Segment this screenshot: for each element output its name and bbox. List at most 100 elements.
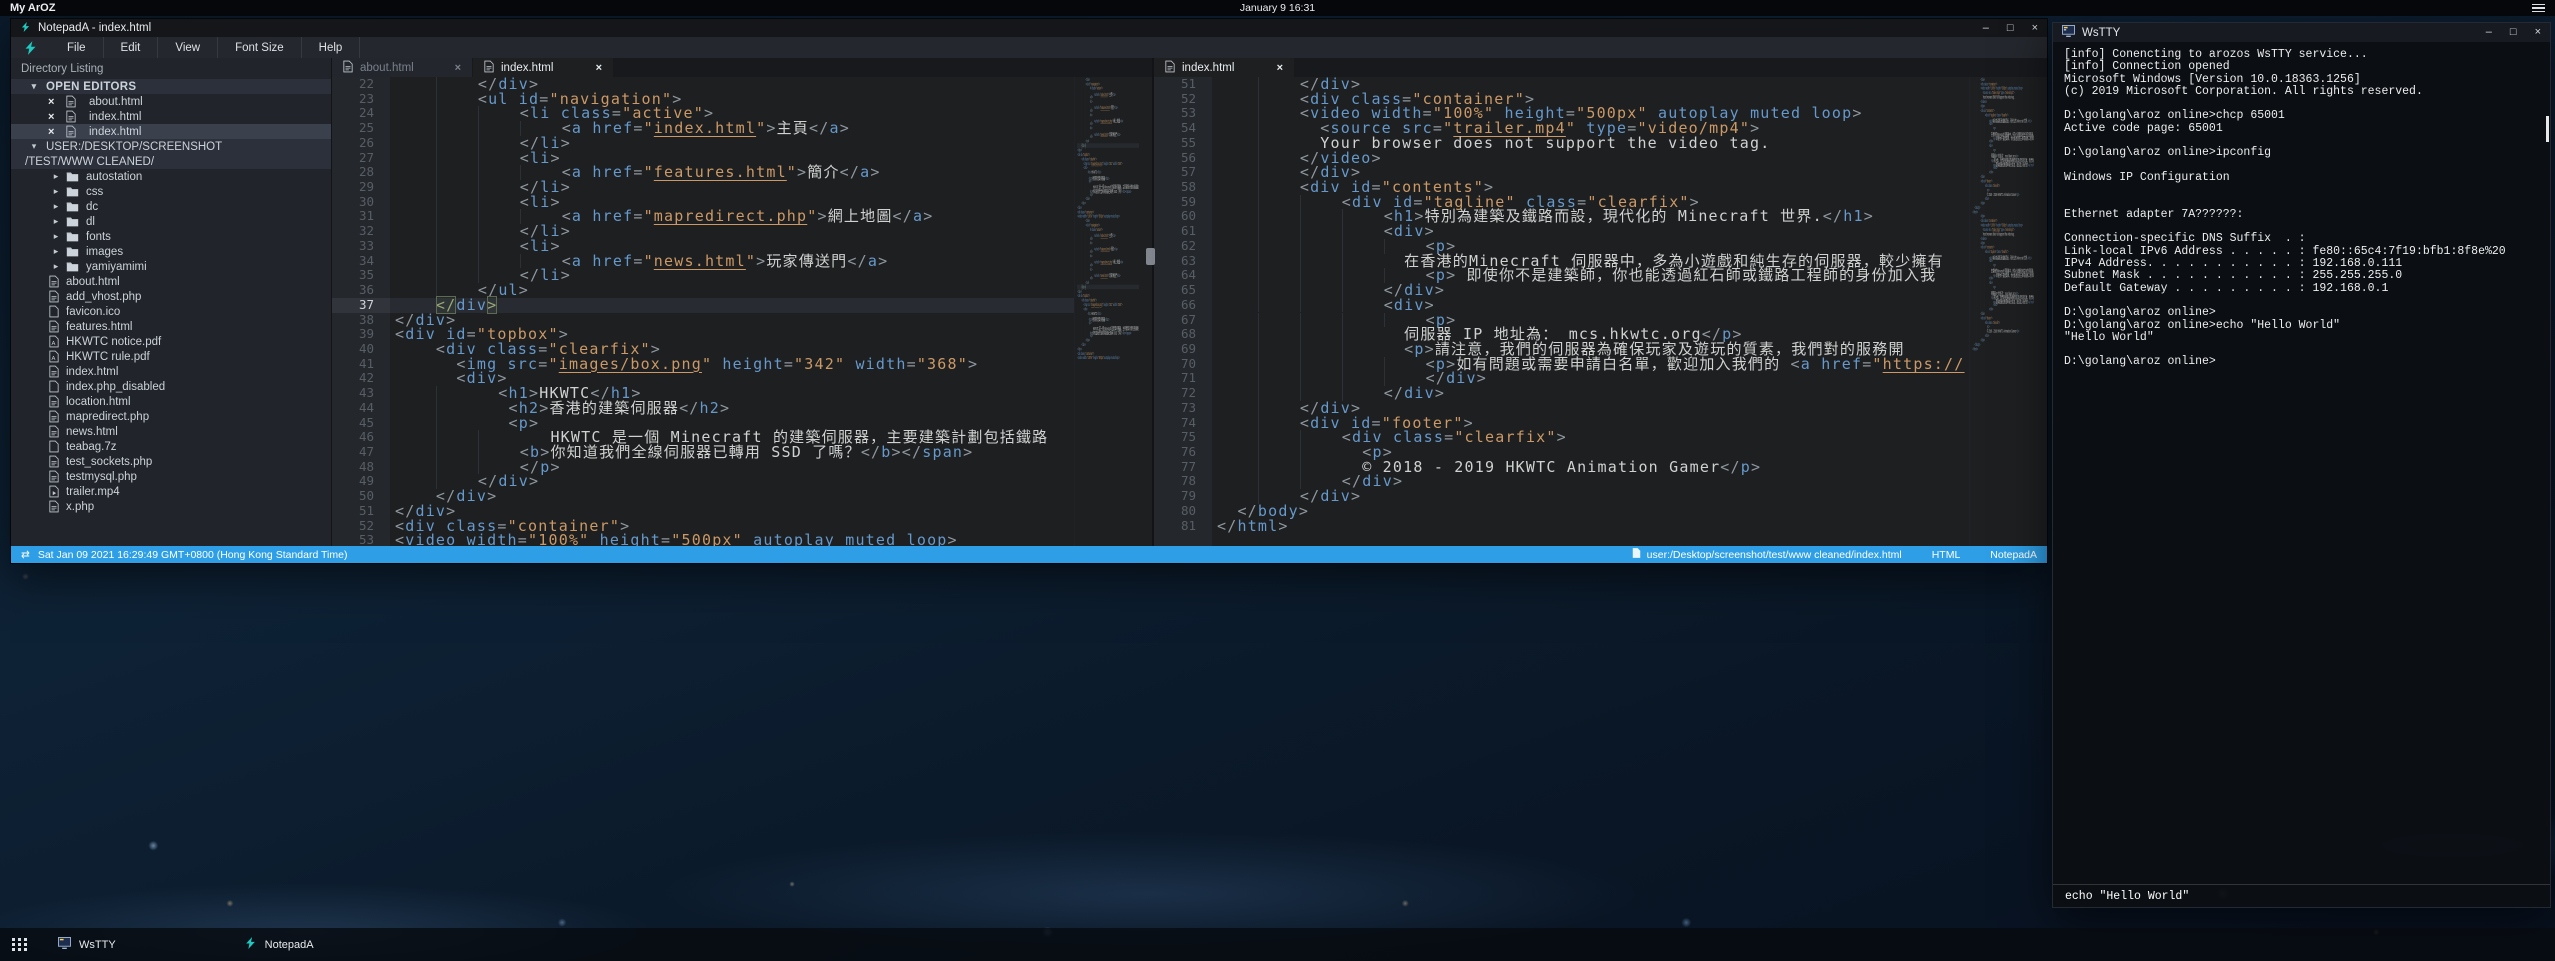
close-icon[interactable]: × <box>2032 23 2038 34</box>
code-line[interactable]: </li> <box>390 224 1074 239</box>
menu-help[interactable]: Help <box>302 37 361 58</box>
menu-font-size[interactable]: Font Size <box>218 37 302 58</box>
tree-file[interactable]: mapredirect.php <box>11 409 331 424</box>
maximize-icon[interactable]: □ <box>2510 27 2517 38</box>
code-line[interactable]: <div> <box>1212 298 1969 313</box>
terminal-scrollbar-thumb[interactable] <box>2546 116 2549 142</box>
tree-file[interactable]: trailer.mp4 <box>11 484 331 499</box>
tree-file[interactable]: index.php_disabled <box>11 379 331 394</box>
minimap[interactable]: </div><div class="container"><video widt… <box>1969 77 2034 546</box>
menu-view[interactable]: View <box>158 37 218 58</box>
tree-folder[interactable]: ▸dl <box>11 214 331 229</box>
taskbar-item-notepada[interactable]: NotepadA <box>244 936 314 953</box>
code-line[interactable]: <div> <box>1212 224 1969 239</box>
tree-file[interactable]: test_sockets.php <box>11 454 331 469</box>
statusbar-language[interactable]: HTML <box>1932 549 1961 561</box>
code-line[interactable]: <a href="index.html">主頁</a> <box>390 121 1074 136</box>
code-line[interactable]: <video width="100%" height="500px" autop… <box>390 533 1074 546</box>
tab-close-icon[interactable]: × <box>596 62 602 74</box>
code-line[interactable]: © 2018 - 2019 HKWTC Animation Gamer</p> <box>1212 460 1969 475</box>
tree-folder[interactable]: ▸autostation <box>11 169 331 184</box>
tree-folder[interactable]: ▸images <box>11 244 331 259</box>
chevron-right-icon[interactable]: ▸ <box>51 217 61 226</box>
editor-scrollbar[interactable] <box>2034 77 2047 546</box>
code-line[interactable]: </li> <box>390 136 1074 151</box>
code-line[interactable]: <a href="news.html">玩家傳送門</a> <box>390 254 1074 269</box>
terminal-input[interactable] <box>2063 889 2540 904</box>
minimize-icon[interactable]: – <box>2486 27 2492 38</box>
minimize-icon[interactable]: – <box>1983 23 1989 34</box>
tree-folder[interactable]: ▸fonts <box>11 229 331 244</box>
tree-section-workspace-line2[interactable]: /TEST/WWW CLEANED/ <box>11 154 331 169</box>
code-line[interactable]: </html> <box>1972 346 2034 350</box>
tree-file[interactable]: x.php <box>11 499 331 514</box>
tree-file[interactable]: index.html <box>11 364 331 379</box>
chevron-right-icon[interactable]: ▸ <box>51 247 61 256</box>
system-menu-label[interactable]: My ArOZ <box>10 2 55 14</box>
code-line[interactable]: </div> <box>390 298 1074 313</box>
close-editor-icon[interactable]: × <box>48 126 60 138</box>
menu-file[interactable]: File <box>50 37 104 58</box>
tab-close-icon[interactable]: × <box>455 62 461 74</box>
code-line[interactable]: <div id="footer"> <box>1212 416 1969 431</box>
code-line[interactable]: <div class="clearfix"> <box>1212 430 1969 445</box>
code-line[interactable]: <p>如有問題或需要申請白名單，歡迎加入我們的 <a href="https:/… <box>1212 357 1969 372</box>
maximize-icon[interactable]: □ <box>2007 23 2014 34</box>
close-editor-icon[interactable]: × <box>48 96 60 108</box>
notepada-titlebar[interactable]: NotepadA - index.html – □ × <box>11 19 2047 37</box>
tree-file[interactable]: features.html <box>11 319 331 334</box>
code-line[interactable]: <a href="features.html">簡介</a> <box>390 165 1074 180</box>
tab-close-icon[interactable]: × <box>1277 62 1283 74</box>
terminal-output[interactable]: [info] Conencting to arozos WsTTY servic… <box>2053 42 2550 884</box>
chevron-down-icon[interactable]: ▾ <box>29 82 39 91</box>
tree-folder[interactable]: ▸yamiyamimi <box>11 259 331 274</box>
code-line[interactable]: <h2>香港的建築伺服器</h2> <box>390 401 1074 416</box>
tree-file[interactable]: location.html <box>11 394 331 409</box>
editor-tab[interactable]: index.html× <box>473 58 613 77</box>
code-line[interactable]: <ul id="navigation"> <box>390 92 1074 107</box>
editor-tab[interactable]: index.html× <box>1154 58 1294 77</box>
chevron-right-icon[interactable]: ▸ <box>51 202 61 211</box>
tree-file[interactable]: testmysql.php <box>11 469 331 484</box>
code-line[interactable]: </html> <box>1212 519 1969 534</box>
tree-section-open-editors[interactable]: ▾OPEN EDITORS <box>11 79 331 94</box>
code-line[interactable]: <p> 即使你不是建築師，你也能透過紅石師或鐵路工程師的身份加入我 <box>1212 268 1969 283</box>
code-line[interactable]: <div> <box>390 371 1074 386</box>
chevron-down-icon[interactable]: ▾ <box>29 142 39 151</box>
code-editor[interactable]: 2223242526272829303132333435363738394041… <box>332 77 1152 546</box>
statusbar-filepath[interactable]: user:/Desktop/screenshot/test/www cleane… <box>1647 549 1902 561</box>
code-line[interactable]: </div> <box>390 489 1074 504</box>
menu-edit[interactable]: Edit <box>104 37 159 58</box>
tree-folder[interactable]: ▸css <box>11 184 331 199</box>
code-line[interactable]: <video width="100%" height="500px" autop… <box>1077 355 1139 359</box>
chevron-right-icon[interactable]: ▸ <box>51 187 61 196</box>
tree-section-workspace[interactable]: ▾USER:/DESKTOP/SCREENSHOT <box>11 139 331 154</box>
splitter-handle[interactable] <box>1146 248 1155 265</box>
code-line[interactable]: </body> <box>1212 504 1969 519</box>
code-line[interactable]: </div> <box>1212 371 1969 386</box>
code-line[interactable]: <h1>特別為建築及鐵路而設，現代化的 Minecraft 世界.</h1> <box>1212 209 1969 224</box>
chevron-right-icon[interactable]: ▸ <box>51 232 61 241</box>
code-area[interactable]: </div><div class="container"><video widt… <box>1212 77 1969 546</box>
minimap[interactable]: </div><ul id="navigation"><li class="act… <box>1074 77 1139 546</box>
code-line[interactable]: </div> <box>1212 283 1969 298</box>
editor-scrollbar[interactable] <box>1139 77 1152 546</box>
chevron-right-icon[interactable]: ▸ <box>51 262 61 271</box>
code-editor[interactable]: 5152535455565758596061626364656667686970… <box>1154 77 2047 546</box>
hamburger-menu-icon[interactable] <box>2532 4 2545 13</box>
app-grid-icon[interactable] <box>12 938 28 951</box>
code-area[interactable]: </div><ul id="navigation"><li class="act… <box>390 77 1074 546</box>
tree-file[interactable]: AHKWTC notice.pdf <box>11 334 331 349</box>
wstty-titlebar[interactable]: WsTTY – □ × <box>2053 23 2550 42</box>
code-line[interactable]: <b>你知道我們全線伺服器已轉用 SSD 了嗎？</b></span> <box>390 445 1074 460</box>
open-editor-item[interactable]: ×about.html <box>11 94 331 109</box>
open-editor-item[interactable]: ×index.html <box>11 109 331 124</box>
tree-file[interactable]: teabag.7z <box>11 439 331 454</box>
close-editor-icon[interactable]: × <box>48 111 60 123</box>
tree-file[interactable]: AHKWTC rule.pdf <box>11 349 331 364</box>
editor-tab[interactable]: about.html× <box>332 58 472 77</box>
code-line[interactable]: </div> <box>1212 489 1969 504</box>
tree-file[interactable]: favicon.ico <box>11 304 331 319</box>
code-line[interactable]: <h1>HKWTC</h1> <box>390 386 1074 401</box>
taskbar-item-wstty[interactable]: WsTTY <box>58 937 116 952</box>
